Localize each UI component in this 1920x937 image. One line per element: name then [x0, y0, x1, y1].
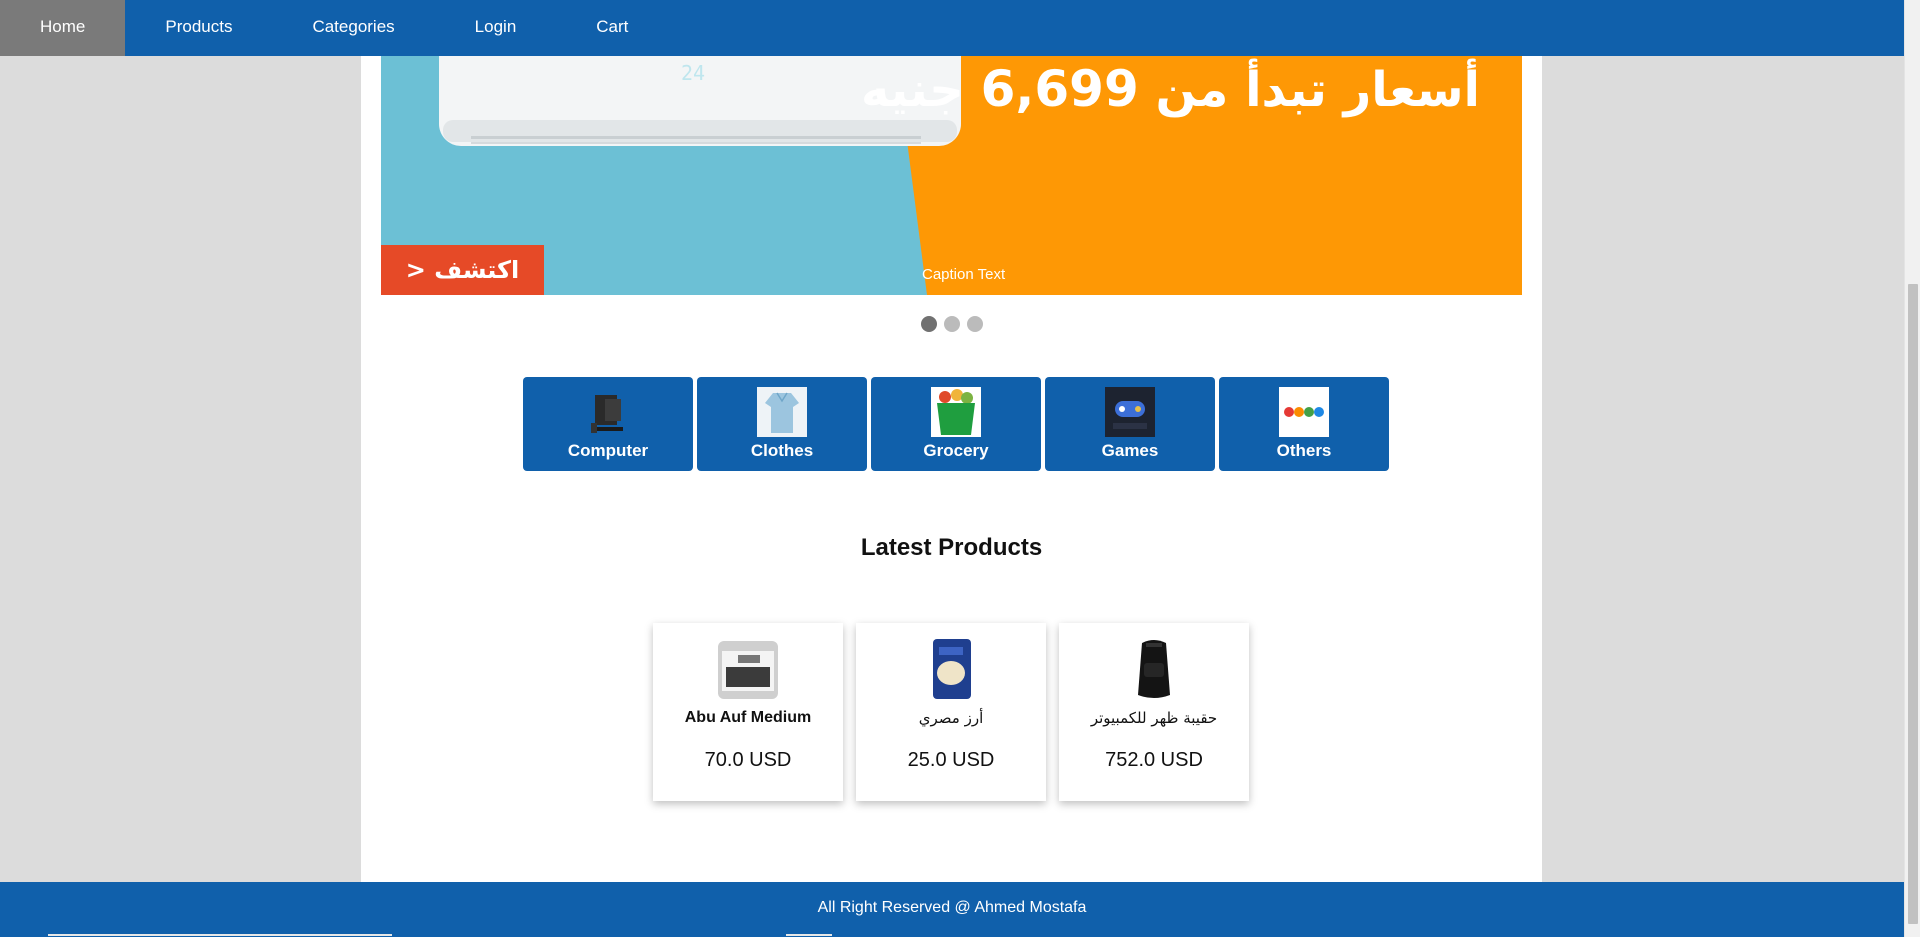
- category-games[interactable]: Games: [1045, 377, 1215, 471]
- footer-divider: [786, 934, 832, 936]
- product-card[interactable]: Abu Auf Medium 70.0 USD: [653, 623, 843, 801]
- slideshow-slide[interactable]: 24 أسعار تبدأ من 6,699 جنيه اكتشف < Capt…: [381, 56, 1522, 295]
- product-card[interactable]: حقيبة ظهر للكمبيوتر 752.0 USD: [1059, 623, 1249, 801]
- product-name: حقيبة ظهر للكمبيوتر: [1090, 709, 1218, 727]
- nav-login-link[interactable]: Login: [435, 0, 557, 56]
- page-scrollbar[interactable]: [1904, 0, 1920, 937]
- slide-dots: [361, 316, 1542, 332]
- nav-home-link[interactable]: Home: [0, 0, 126, 56]
- computer-icon: [583, 387, 633, 437]
- page-container: 24 أسعار تبدأ من 6,699 جنيه اكتشف < Capt…: [361, 0, 1542, 882]
- slide-dot-3[interactable]: [966, 316, 983, 332]
- product-name: أرز مصري: [918, 709, 984, 727]
- footer-divider: [48, 934, 392, 936]
- games-icon: [1105, 387, 1155, 437]
- others-icon: [1279, 387, 1329, 437]
- promo-label: أسعار تبدأ من: [1155, 62, 1480, 118]
- category-computer[interactable]: Computer: [523, 377, 693, 471]
- promo-currency: جنيه: [860, 62, 964, 118]
- product-image: [933, 639, 971, 699]
- slide-promo-text: أسعار تبدأ من 6,699 جنيه: [861, 60, 1480, 118]
- site-footer: All Right Reserved @ Ahmed Mostafa: [0, 882, 1904, 937]
- product-image: [718, 641, 778, 699]
- slide-dot-2[interactable]: [943, 316, 960, 332]
- category-clothes[interactable]: Clothes: [697, 377, 867, 471]
- product-price: 25.0 USD: [907, 749, 995, 771]
- top-nav: Home Products Categories Login Cart: [0, 0, 1904, 56]
- category-label: Clothes: [750, 441, 814, 460]
- slide-caption: Caption Text: [922, 266, 1006, 283]
- slide-dot-1[interactable]: [920, 316, 937, 332]
- product-price: 752.0 USD: [1105, 749, 1203, 771]
- footer-text: All Right Reserved @ Ahmed Mostafa: [817, 899, 1087, 916]
- category-label: Games: [1101, 441, 1159, 460]
- latest-products-heading: Latest Products: [860, 534, 1043, 561]
- category-others[interactable]: Others: [1219, 377, 1389, 471]
- category-label: Computer: [567, 441, 649, 460]
- product-card[interactable]: أرز مصري 25.0 USD: [856, 623, 1046, 801]
- nav-categories-link[interactable]: Categories: [272, 0, 434, 56]
- product-name: Abu Auf Medium: [684, 709, 812, 726]
- scrollbar-thumb[interactable]: [1908, 284, 1918, 924]
- grocery-icon: [931, 387, 981, 437]
- product-image: [1138, 640, 1170, 698]
- category-grocery[interactable]: Grocery: [871, 377, 1041, 471]
- product-price: 70.0 USD: [704, 749, 792, 771]
- clothes-icon: [757, 387, 807, 437]
- ac-display-digits: 24: [681, 61, 706, 85]
- nav-cart-link[interactable]: Cart: [556, 0, 668, 56]
- promo-price: 6,699: [980, 60, 1139, 118]
- product-list: Abu Auf Medium 70.0 USD أرز مصري 25.0 US…: [653, 623, 1249, 801]
- nav-products-link[interactable]: Products: [125, 0, 272, 56]
- category-list: Computer Clothes Grocery Games Others: [523, 377, 1389, 471]
- category-label: Others: [1276, 441, 1332, 460]
- discover-button[interactable]: اكتشف <: [381, 245, 544, 295]
- category-label: Grocery: [923, 441, 989, 460]
